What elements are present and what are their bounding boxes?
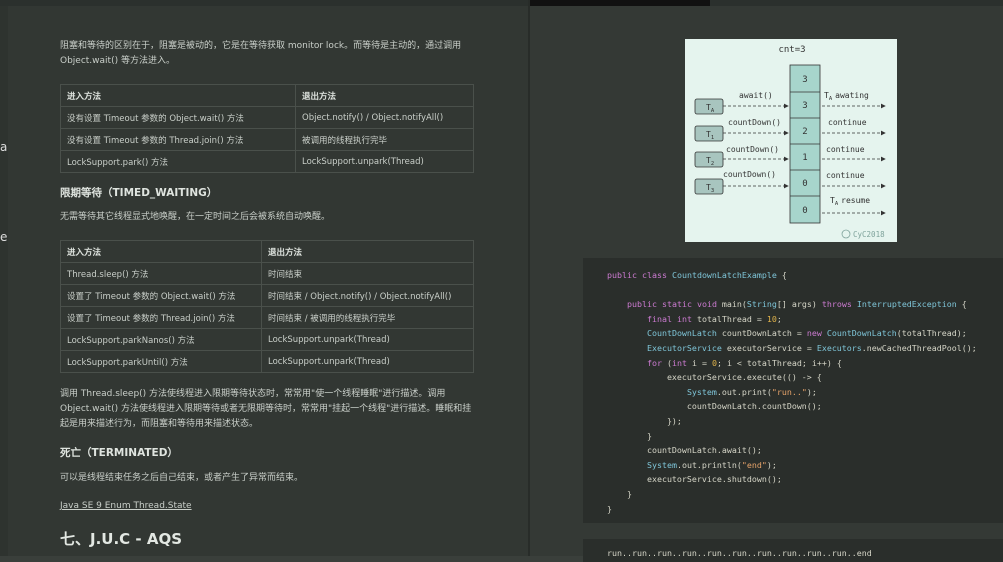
- code-content: public class CountdownLatchExample { pub…: [583, 258, 1003, 516]
- arrow-label: await(): [739, 91, 773, 100]
- terminated-description: 可以是线程结束任务之后自己结束，或者产生了异常而结束。: [60, 473, 304, 483]
- table-header-cell: 进入方法: [60, 84, 296, 107]
- table-row: 没有设置 Timeout 参数的 Object.wait() 方法 Object.…: [60, 106, 474, 129]
- countdownlatch-diagram: cnt=3 3 3 2 1 0 0 TA T1 T2 T3 await() co…: [685, 39, 897, 242]
- table-cell: 被调用的线程执行完毕: [295, 128, 474, 151]
- table-cell: LockSupport.unpark(Thread): [261, 328, 474, 351]
- paragraph-line-3: 起是用来描述行为，而阻塞和等待用来描述状态。: [60, 419, 259, 429]
- edge-fragment-2: e: [0, 230, 8, 244]
- table-row: LockSupport.parkUntil() 方法 LockSupport.un…: [60, 350, 474, 373]
- latch-cell: 1: [802, 153, 807, 163]
- latch-cell: 3: [802, 101, 807, 111]
- table-cell: 时间结束: [261, 262, 474, 285]
- arrow-label: continue: [828, 118, 867, 127]
- arrow-label: continue: [826, 145, 865, 154]
- table-cell: Object.notify() / Object.notifyAll(): [295, 106, 474, 129]
- code-line: countDownLatch.countDown();: [607, 401, 822, 412]
- table-row: 设置了 Timeout 参数的 Thread.join() 方法 时间结束 / 被…: [60, 306, 474, 329]
- table-header-row: 进入方法 退出方法: [60, 240, 474, 263]
- arrow-label: countDown(): [728, 118, 781, 127]
- code-line: ExecutorService executorService = Execut…: [646, 342, 977, 353]
- code-line: final int totalThread = 10;: [646, 313, 782, 324]
- table-cell: 时间结束 / 被调用的线程执行完毕: [261, 306, 474, 329]
- output-text: run..run..run..run..run..run..run..run..…: [607, 548, 872, 558]
- timed-waiting-heading: 限期等待（TIMED_WAITING）: [60, 187, 218, 199]
- code-line: executorService.shutdown();: [607, 474, 782, 485]
- document-right-page: cnt=3 3 3 2 1 0 0 TA T1 T2 T3 await() co…: [530, 6, 1003, 562]
- table-cell: LockSupport.unpark(Thread): [261, 350, 474, 373]
- watermark-text: CyC2018: [853, 230, 885, 239]
- thread-state-link[interactable]: Java SE 9 Enum Thread.State: [60, 501, 192, 511]
- timed-waiting-description: 无需等待其它线程显式地唤醒，在一定时间之后会被系统自动唤醒。: [60, 212, 331, 222]
- code-line: });: [607, 415, 682, 426]
- table-cell: Thread.sleep() 方法: [60, 262, 262, 285]
- table-header-row: 进入方法 退出方法: [60, 84, 474, 107]
- paragraph-line-2: Object.wait() 方法使线程进入限期等待或者无限期等待时，常常用"挂起…: [60, 404, 472, 414]
- sleep-suspend-paragraph: 调用 Thread.sleep() 方法使线程进入限期等待状态时，常常用"使一个…: [60, 387, 480, 432]
- left-edge-panel: a e: [0, 6, 8, 556]
- table-cell: 没有设置 Timeout 参数的 Thread.join() 方法: [60, 128, 296, 151]
- table-cell: LockSupport.park() 方法: [60, 150, 296, 173]
- watermark-icon: [841, 229, 851, 239]
- table-cell: 时间结束 / Object.notify() / Object.notifyAl…: [261, 284, 474, 307]
- code-line: executorService.execute(() -> {: [607, 372, 822, 383]
- output-block: run..run..run..run..run..run..run..run..…: [583, 539, 1003, 562]
- edge-fragment-1: a: [0, 140, 8, 154]
- code-line: for (int i = 0; i < totalThread; i++) {: [646, 357, 842, 368]
- table-row: Thread.sleep() 方法 时间结束: [60, 262, 474, 285]
- table-cell: 设置了 Timeout 参数的 Thread.join() 方法: [60, 306, 262, 329]
- timed-waiting-table: 进入方法 退出方法 Thread.sleep() 方法 时间结束 设置了 Time…: [60, 240, 474, 373]
- arrow-label: TA awating: [824, 91, 869, 102]
- latch-cell: 0: [802, 179, 807, 189]
- intro-paragraph: 阻塞和等待的区别在于，阻塞是被动的，它是在等待获取 monitor lock。而…: [60, 39, 480, 69]
- code-line: System.out.print("run..");: [686, 386, 817, 397]
- waiting-methods-table: 进入方法 退出方法 没有设置 Timeout 参数的 Object.wait()…: [60, 84, 474, 173]
- code-line: public static void main(String[] args) t…: [626, 299, 967, 310]
- table-row: 设置了 Timeout 参数的 Object.wait() 方法 时间结束 / O…: [60, 284, 474, 307]
- arrow-label: countDown(): [726, 145, 779, 154]
- code-line: System.out.println("end");: [646, 459, 777, 470]
- paragraph-line-1: 调用 Thread.sleep() 方法使线程进入限期等待状态时，常常用"使一个…: [60, 389, 446, 399]
- code-line: CountDownLatch countDownLatch = new Coun…: [646, 328, 967, 339]
- latch-cell: 3: [802, 75, 807, 85]
- intro-line-1: 阻塞和等待的区别在于，阻塞是被动的，它是在等待获取 monitor lock。而…: [60, 41, 462, 51]
- arrow-label: countDown(): [723, 170, 776, 179]
- code-line: }: [607, 503, 612, 514]
- table-row: LockSupport.parkNanos() 方法 LockSupport.un…: [60, 328, 474, 351]
- arrow-label: continue: [826, 171, 865, 180]
- intro-line-2: Object.wait() 等方法进入。: [60, 56, 175, 66]
- code-block: public class CountdownLatchExample { pub…: [583, 258, 1003, 523]
- latch-cell: 0: [802, 206, 807, 216]
- document-left-page: 阻塞和等待的区别在于，阻塞是被动的，它是在等待获取 monitor lock。而…: [8, 6, 528, 556]
- code-line: public class CountdownLatchExample {: [607, 270, 787, 280]
- table-header-cell: 进入方法: [60, 240, 262, 263]
- table-row: 没有设置 Timeout 参数的 Thread.join() 方法 被调用的线程执…: [60, 128, 474, 151]
- table-header-cell: 退出方法: [295, 84, 474, 107]
- table-cell: 设置了 Timeout 参数的 Object.wait() 方法: [60, 284, 262, 307]
- table-cell: LockSupport.unpark(Thread): [295, 150, 474, 173]
- table-cell: LockSupport.parkNanos() 方法: [60, 328, 262, 351]
- section-heading-aqs: 七、J.U.C - AQS: [60, 530, 182, 548]
- code-line: }: [607, 488, 632, 499]
- code-line: }: [607, 430, 652, 441]
- table-cell: LockSupport.parkUntil() 方法: [60, 350, 262, 373]
- terminated-heading: 死亡（TERMINATED）: [60, 447, 178, 459]
- table-row: LockSupport.park() 方法 LockSupport.unpark(…: [60, 150, 474, 173]
- diagram-title: cnt=3: [778, 45, 805, 55]
- arrow-label: TA resume: [830, 196, 870, 207]
- table-cell: 没有设置 Timeout 参数的 Object.wait() 方法: [60, 106, 296, 129]
- table-header-cell: 退出方法: [261, 240, 474, 263]
- code-line: countDownLatch.await();: [607, 445, 762, 456]
- latch-cell: 2: [802, 127, 807, 137]
